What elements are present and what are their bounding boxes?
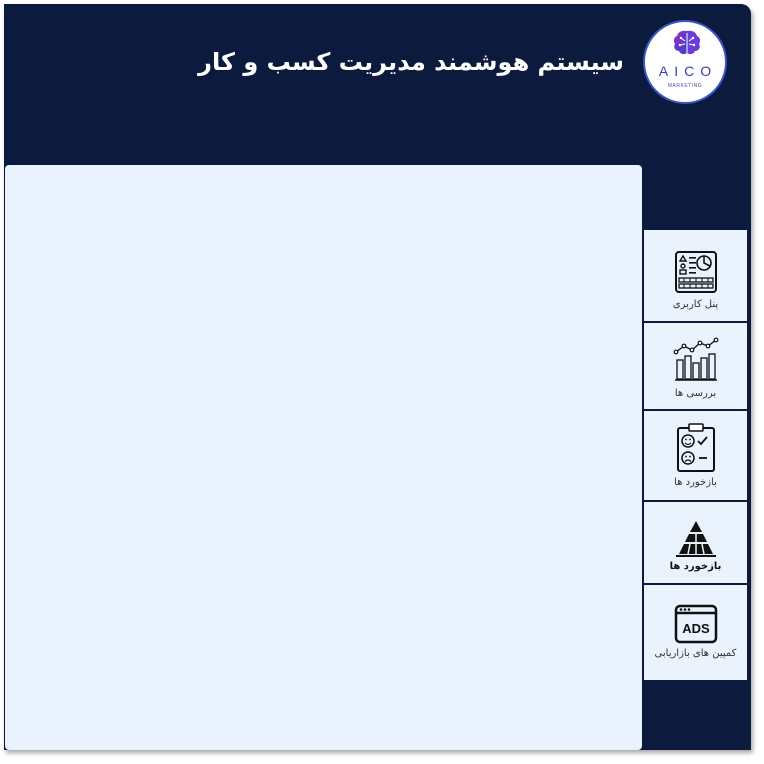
sidebar-item-dashboard[interactable]: پنل کاربری <box>643 229 748 322</box>
dashboard-icon <box>674 251 717 293</box>
sidebar-item-label: بررسی ها <box>674 388 717 399</box>
logo-text: AICO <box>658 63 718 79</box>
sidebar-item-feedback[interactable]: بازخورد ها <box>643 410 748 501</box>
sidebar-item-pyramid[interactable]: بازخورد ها <box>643 501 748 584</box>
logo-subtext: MARKETING <box>667 83 703 89</box>
logo[interactable]: AICO MARKETING <box>643 20 727 104</box>
brain-icon <box>673 30 701 55</box>
sidebar-item-ads[interactable]: ADS کمپین های بازاریابی <box>643 584 748 681</box>
page-title: سیستم هوشمند مدیریت کسب و کار <box>198 48 624 76</box>
sidebar-item-label: پنل کاربری <box>672 299 719 310</box>
app-window: سیستم هوشمند مدیریت کسب و کار AICO MARKE… <box>4 4 751 750</box>
bar-chart-icon <box>673 337 718 381</box>
ads-icon: ADS <box>674 604 717 644</box>
pyramid-icon <box>675 521 716 557</box>
sidebar-item-label: بازخورد ها <box>669 561 722 572</box>
sidebar-item-label: کمپین های بازاریابی <box>654 648 737 659</box>
main-content-panel <box>5 165 642 750</box>
sidebar-item-analytics[interactable]: بررسی ها <box>643 322 748 410</box>
feedback-clipboard-icon <box>676 423 715 472</box>
svg-text:ADS: ADS <box>682 621 710 636</box>
sidebar-item-label: بازخورد ها <box>674 477 717 488</box>
